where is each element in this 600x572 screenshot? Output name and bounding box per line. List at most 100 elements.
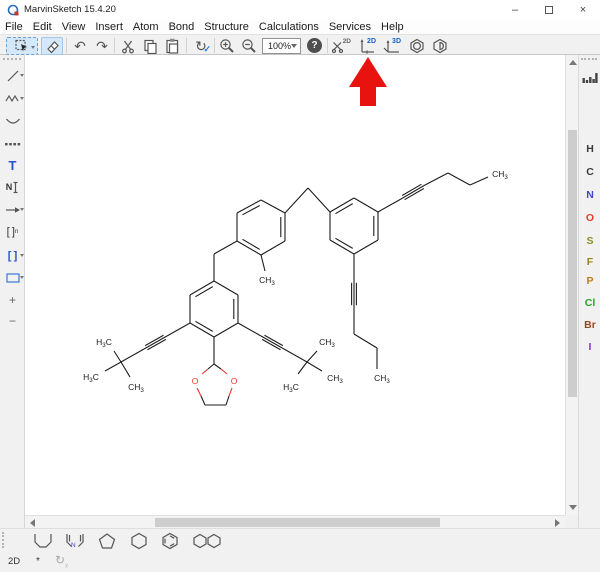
- redo-button[interactable]: ↷: [92, 37, 112, 55]
- rectangle-icon: [5, 273, 20, 283]
- zoom-out-button[interactable]: [239, 37, 259, 55]
- horizontal-scrollbar[interactable]: [25, 515, 565, 528]
- molecule-structure[interactable]: CH3 CH3 CH3 H3C H3C CH3 CH3 CH3 H3C O O: [25, 55, 565, 515]
- element-i-button[interactable]: I: [579, 341, 600, 359]
- cyclopentane-template-button[interactable]: [30, 531, 56, 550]
- element-p-button[interactable]: P: [579, 275, 600, 293]
- vertical-scrollbar-thumb[interactable]: [568, 130, 577, 397]
- horizontal-scrollbar-thumb[interactable]: [155, 518, 440, 527]
- zoom-level-select[interactable]: 100%: [262, 38, 301, 54]
- bracket-icon: [ ]: [7, 250, 18, 262]
- drawing-canvas[interactable]: CH3 CH3 CH3 H3C H3C CH3 CH3 CH3 H3C O O: [25, 55, 565, 515]
- element-s-button[interactable]: S: [579, 235, 600, 253]
- decrease-charge-button[interactable]: −: [1, 311, 24, 331]
- menu-atom[interactable]: Atom: [128, 21, 164, 33]
- toolbar-separator: [66, 38, 67, 53]
- periodic-table-button[interactable]: [579, 68, 600, 88]
- toolbar-handle[interactable]: [581, 58, 597, 60]
- element-cl-button[interactable]: Cl: [579, 297, 600, 315]
- text-tool-button[interactable]: T: [1, 155, 24, 175]
- zoom-in-button[interactable]: [217, 37, 237, 55]
- scroll-down-icon[interactable]: [569, 505, 577, 510]
- scroll-right-icon[interactable]: [555, 519, 560, 527]
- maximize-button[interactable]: [532, 0, 566, 19]
- select-tool-button[interactable]: [6, 37, 38, 55]
- menu-services[interactable]: Services: [324, 21, 376, 33]
- toolbar-separator: [114, 38, 115, 53]
- bond-tool-button[interactable]: [1, 66, 24, 86]
- reaction-arrow-tool-button[interactable]: [1, 200, 24, 220]
- scissors-icon: [122, 40, 134, 53]
- minimize-button[interactable]: –: [498, 0, 532, 19]
- menu-view[interactable]: View: [57, 21, 91, 33]
- toolbar-handle[interactable]: [2, 532, 4, 548]
- plus-icon: +: [8, 293, 16, 307]
- aromatize-button[interactable]: [407, 37, 426, 55]
- eraser-button[interactable]: [41, 37, 63, 55]
- menu-edit[interactable]: Edit: [28, 21, 57, 33]
- copy-icon: [143, 39, 157, 54]
- zoom-level-value: 100%: [268, 41, 292, 51]
- menu-help[interactable]: Help: [376, 21, 409, 33]
- menu-insert[interactable]: Insert: [90, 21, 128, 33]
- chain-tool-button[interactable]: [1, 89, 24, 109]
- vertical-scrollbar[interactable]: [565, 55, 578, 515]
- chevron-down-icon[interactable]: [20, 208, 24, 211]
- structure-check-icon[interactable]: ↻x: [55, 553, 68, 569]
- benzene-template-button[interactable]: [157, 531, 183, 550]
- element-f-button[interactable]: F: [579, 256, 600, 274]
- sgroup-tool-button[interactable]: [ ] n: [1, 222, 24, 242]
- periodic-table-icon: [582, 73, 598, 83]
- structure-checker-button[interactable]: ↻ ✓: [190, 37, 212, 55]
- element-c-button[interactable]: C: [579, 166, 600, 184]
- chevron-down-icon[interactable]: [20, 97, 24, 100]
- close-icon: ×: [579, 3, 587, 16]
- redo-icon: ↷: [96, 38, 108, 54]
- clean-3d-button[interactable]: 3D: [380, 37, 403, 55]
- minus-icon: −: [8, 314, 16, 328]
- bracket-tool-button[interactable]: [ ]: [1, 246, 24, 266]
- dearomatize-button[interactable]: [430, 37, 449, 55]
- element-br-button[interactable]: Br: [579, 319, 600, 337]
- svg-text:CH3: CH3: [492, 169, 508, 181]
- scroll-up-icon[interactable]: [569, 60, 577, 65]
- copy-button[interactable]: [140, 37, 160, 55]
- maximize-icon: [545, 5, 553, 14]
- undo-button[interactable]: ↶: [70, 37, 90, 55]
- svg-text:CH3: CH3: [319, 337, 335, 349]
- element-n-button[interactable]: N: [579, 189, 600, 207]
- increase-charge-button[interactable]: +: [1, 290, 24, 310]
- element-h-button[interactable]: H: [579, 143, 600, 161]
- help-button[interactable]: ?: [307, 38, 322, 53]
- atom-label-tool-button[interactable]: N: [1, 177, 24, 197]
- clean-2d-button[interactable]: 2D: [355, 37, 378, 55]
- cut-button[interactable]: [118, 37, 138, 55]
- paste-button[interactable]: [162, 37, 183, 55]
- clean-2d-options-button[interactable]: 2D: [331, 37, 352, 55]
- clean-2d-options-tag: 2D: [342, 38, 351, 45]
- chevron-down-icon[interactable]: [20, 74, 24, 77]
- menu-calculations[interactable]: Calculations: [254, 21, 324, 33]
- app-icon[interactable]: [7, 4, 19, 16]
- chevron-down-icon[interactable]: [20, 254, 24, 257]
- cyclopentadiene-template-button[interactable]: [95, 531, 119, 550]
- multicenter-tool-button[interactable]: [1, 134, 24, 154]
- element-o-button[interactable]: O: [579, 212, 600, 230]
- fused-rings-template-button[interactable]: [190, 531, 224, 550]
- chevron-down-icon[interactable]: [31, 46, 35, 49]
- svg-text:CH3: CH3: [128, 382, 144, 394]
- dimension-mode-indicator: 2D: [8, 556, 21, 567]
- arc-tool-button[interactable]: [1, 112, 24, 132]
- undo-icon: ↶: [74, 38, 86, 54]
- scroll-left-icon[interactable]: [30, 519, 35, 527]
- menu-bond[interactable]: Bond: [164, 21, 200, 33]
- cyclohexane-template-button[interactable]: [127, 531, 151, 550]
- chevron-down-icon[interactable]: [20, 276, 24, 279]
- rectangle-tool-button[interactable]: [1, 268, 24, 288]
- clean-3d-tag: 3D: [392, 38, 401, 45]
- menu-structure[interactable]: Structure: [199, 21, 254, 33]
- close-button[interactable]: ×: [566, 0, 600, 19]
- toolbar-handle[interactable]: [3, 58, 21, 60]
- pyrrole-template-button[interactable]: N: [62, 531, 88, 550]
- menu-file[interactable]: File: [0, 21, 28, 33]
